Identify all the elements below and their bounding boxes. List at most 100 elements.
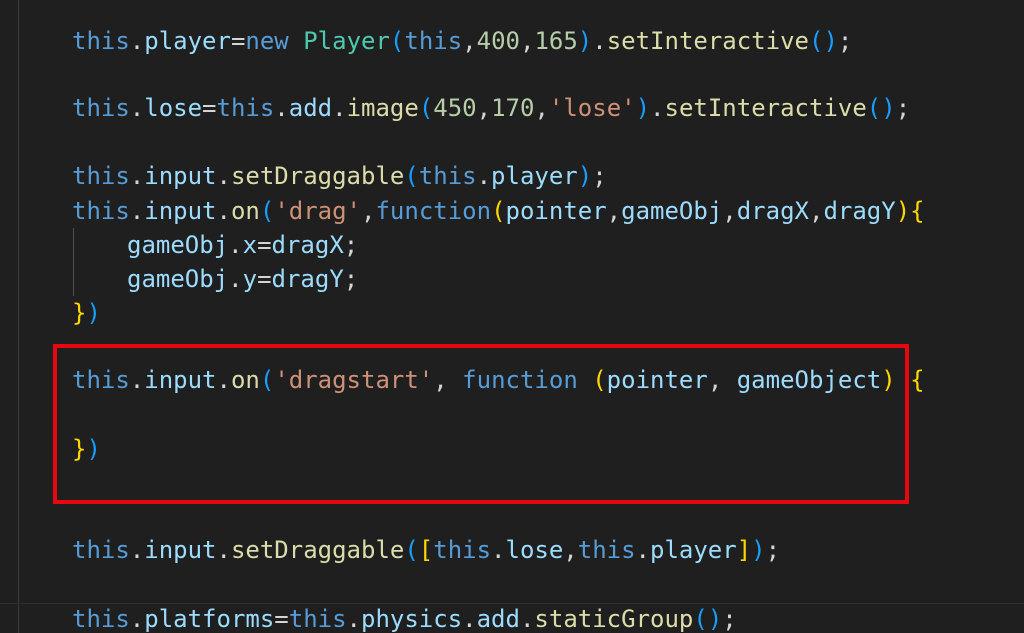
code-token: ( xyxy=(404,162,419,190)
code-token: ( xyxy=(259,197,275,225)
code-token: input xyxy=(144,197,217,225)
code-token: ( xyxy=(418,94,434,122)
code-token: gameObj xyxy=(127,265,229,293)
code-token: function xyxy=(375,197,492,225)
code-token: . xyxy=(129,536,145,564)
code-token: ; xyxy=(765,536,781,564)
code-token: y xyxy=(242,265,258,293)
code-token: player xyxy=(650,536,737,564)
code-token: ( xyxy=(389,27,405,55)
code-token: () xyxy=(693,605,723,633)
code-token: setInteractive xyxy=(664,94,867,122)
code-token: add xyxy=(288,94,333,122)
code-token: 170 xyxy=(491,94,535,122)
code-token: , xyxy=(722,197,737,225)
code-token: player xyxy=(144,27,231,55)
code-token: pointer xyxy=(505,197,607,225)
code-token: add xyxy=(476,605,520,633)
code-token: ; xyxy=(592,162,607,190)
code-token: setDraggable xyxy=(230,162,405,190)
code-token: setInteractive xyxy=(606,27,809,55)
code-token: ( xyxy=(404,536,419,564)
editor-gutter-edge xyxy=(18,0,19,633)
code-line-set-draggable-array[interactable]: this.input.setDraggable([this.lose,this.… xyxy=(72,533,780,567)
code-line-drag-close[interactable]: }) xyxy=(72,296,101,330)
code-token: . xyxy=(228,231,243,259)
code-token: ; xyxy=(722,605,737,633)
code-line-platforms[interactable]: this.platforms=this.physics.add.staticGr… xyxy=(72,602,737,633)
code-token: this xyxy=(72,536,130,564)
code-token: setDraggable xyxy=(230,536,405,564)
code-token: , xyxy=(808,197,824,225)
code-token: . xyxy=(519,605,535,633)
highlight-box xyxy=(53,344,909,504)
indent-guide xyxy=(73,228,74,296)
code-token: 'drag' xyxy=(274,197,362,225)
code-token: physics xyxy=(361,605,463,633)
code-token: staticGroup xyxy=(534,605,694,633)
code-line-gameobj-x[interactable]: gameObj.x=dragX; xyxy=(127,228,358,262)
code-token: 400 xyxy=(476,27,520,55)
divider xyxy=(0,603,1024,604)
code-token: , xyxy=(519,27,535,55)
code-token: () xyxy=(866,94,896,122)
code-token: lose xyxy=(144,94,203,122)
code-token: dragY xyxy=(823,197,896,225)
code-token: platforms xyxy=(144,605,275,633)
code-token: ; xyxy=(895,94,911,122)
code-token: this xyxy=(418,162,477,190)
code-token: . xyxy=(592,27,607,55)
code-token: gameObj xyxy=(127,231,229,259)
code-token: = xyxy=(274,605,289,633)
code-token: image xyxy=(346,94,419,122)
code-token: ) xyxy=(895,197,911,225)
code-token: this xyxy=(72,605,130,633)
code-line-set-draggable-player[interactable]: this.input.setDraggable(this.player); xyxy=(72,159,607,193)
code-token: this xyxy=(433,536,492,564)
code-token: . xyxy=(491,536,506,564)
code-token: this xyxy=(288,605,347,633)
code-token: input xyxy=(144,536,217,564)
code-line-input-on-drag[interactable]: this.input.on('drag',function(pointer,ga… xyxy=(72,194,925,228)
code-token: . xyxy=(476,162,492,190)
code-token: Player xyxy=(303,27,390,55)
code-token: [ xyxy=(418,536,434,564)
code-editor[interactable]: this.player=new Player(this,400,165).set… xyxy=(0,0,1024,633)
code-token: . xyxy=(129,197,145,225)
code-line-gameobj-y[interactable]: gameObj.y=dragY; xyxy=(127,262,358,296)
code-token: dragX xyxy=(271,231,344,259)
code-token: , xyxy=(361,197,376,225)
code-token: new xyxy=(245,27,289,55)
code-token: this xyxy=(72,197,130,225)
code-token: . xyxy=(129,27,145,55)
code-token: 450 xyxy=(433,94,477,122)
code-token: this xyxy=(72,162,130,190)
code-token: { xyxy=(910,197,925,225)
code-token: = xyxy=(257,265,272,293)
code-token: on xyxy=(230,197,260,225)
code-token: . xyxy=(216,197,231,225)
code-token: gameObj xyxy=(621,197,723,225)
code-token: this xyxy=(216,94,275,122)
code-token: . xyxy=(635,536,650,564)
code-line-player-new[interactable]: this.player=new Player(this,400,165).set… xyxy=(72,24,852,58)
code-token: . xyxy=(129,162,145,190)
code-token: dragY xyxy=(271,265,344,293)
code-token: = xyxy=(230,27,246,55)
code-line-lose-image[interactable]: this.lose=this.add.image(450,170,'lose')… xyxy=(72,91,910,125)
code-token: , xyxy=(534,94,549,122)
code-token: = xyxy=(202,94,217,122)
code-token: ( xyxy=(491,197,506,225)
code-token: } xyxy=(72,299,87,327)
code-token: 'lose' xyxy=(548,94,636,122)
code-token: player xyxy=(491,162,578,190)
code-token: this xyxy=(577,536,636,564)
code-token: ) xyxy=(577,27,593,55)
code-token: 165 xyxy=(534,27,578,55)
code-token: . xyxy=(228,265,243,293)
code-token: ) xyxy=(635,94,651,122)
code-token: ) xyxy=(86,299,101,327)
code-token: . xyxy=(129,94,145,122)
code-token: dragX xyxy=(736,197,809,225)
